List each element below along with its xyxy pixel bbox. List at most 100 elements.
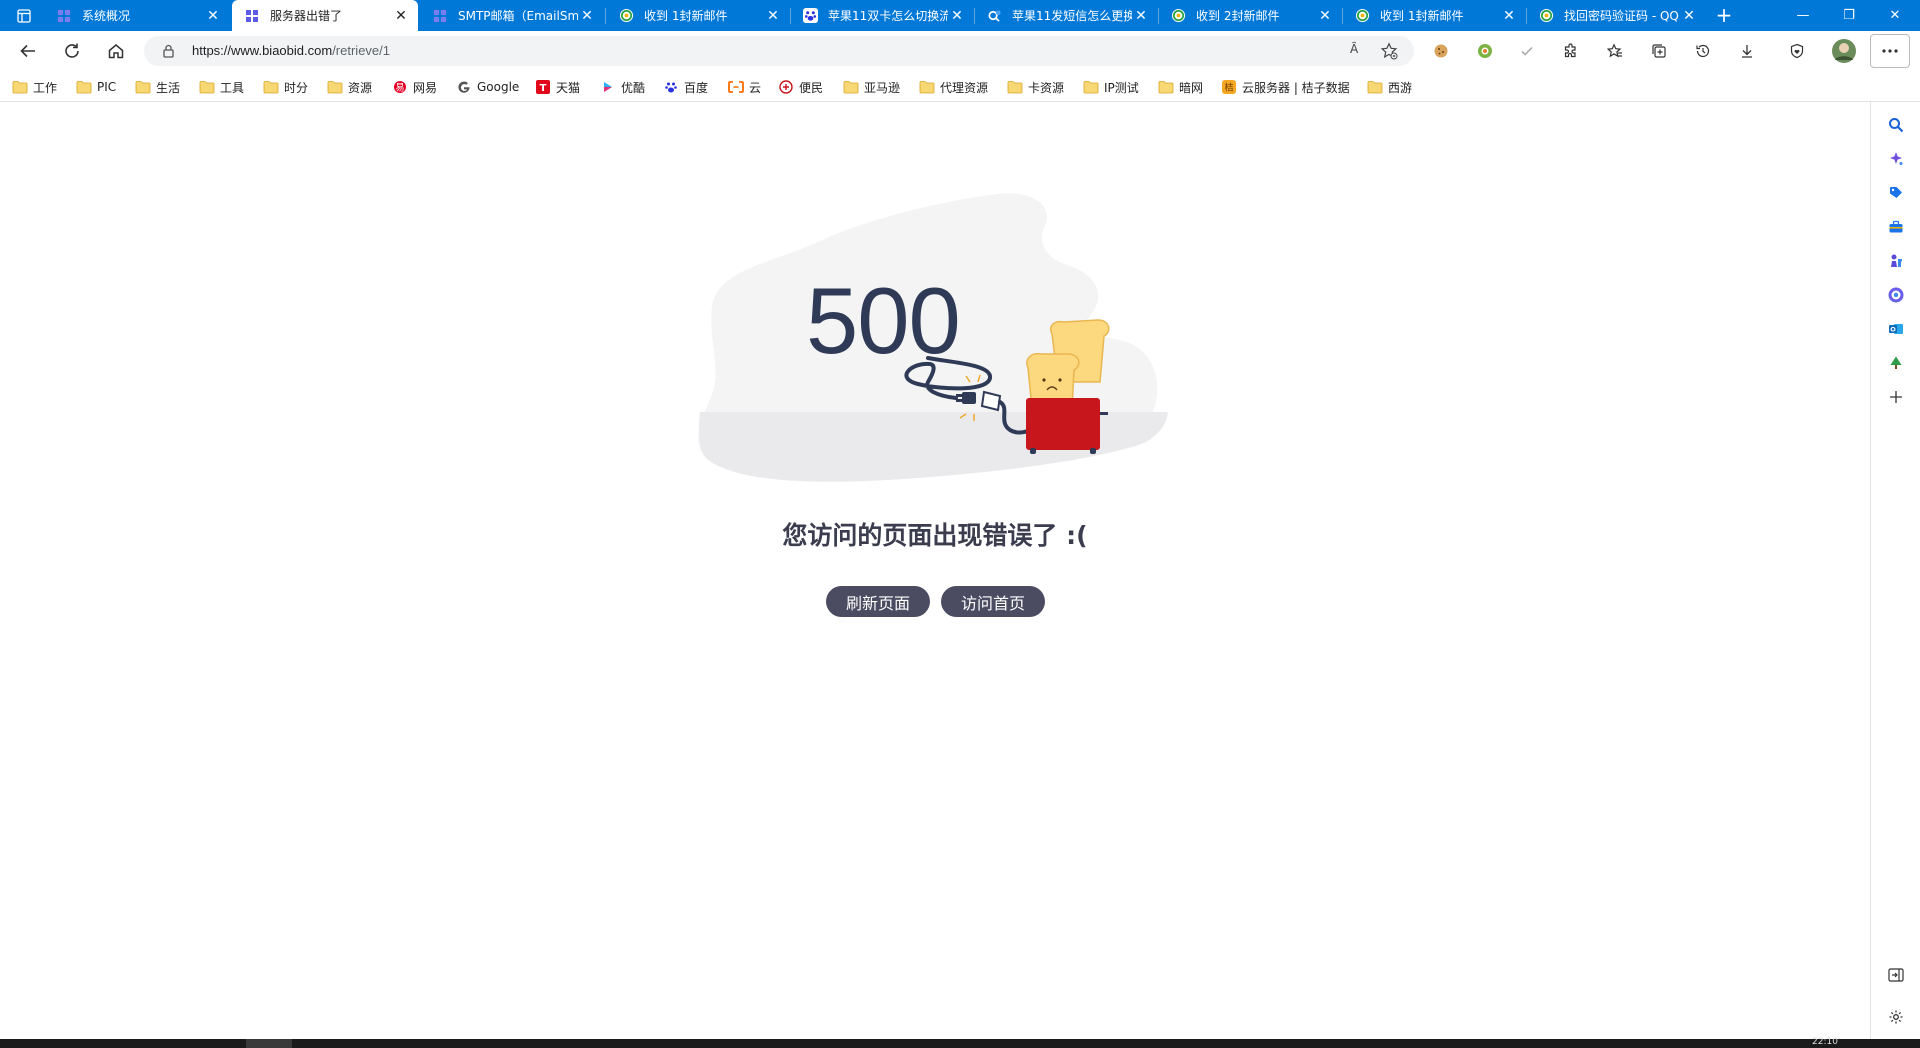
- browser-essentials-button[interactable]: [1784, 38, 1810, 64]
- bookmark-folder-resources[interactable]: 资源: [327, 77, 372, 97]
- close-icon[interactable]: ✕: [578, 7, 596, 25]
- bookmark-label: 代理资源: [940, 80, 989, 95]
- check-icon: [1521, 46, 1533, 56]
- sidebar-search-button[interactable]: [1883, 112, 1909, 138]
- tab-actions-button[interactable]: [10, 6, 38, 26]
- baidu-paw-icon: [802, 8, 818, 24]
- sidebar-hide-button[interactable]: [1883, 962, 1909, 988]
- sidebar-outlook-button[interactable]: O: [1883, 316, 1909, 342]
- outlook-icon: O: [1889, 324, 1903, 334]
- close-icon[interactable]: ✕: [1500, 7, 1518, 25]
- close-icon[interactable]: ✕: [204, 7, 222, 25]
- bookmark-netease[interactable]: 易网易: [392, 77, 437, 97]
- minimize-button[interactable]: —: [1780, 0, 1826, 31]
- bookmark-folder-ip-test[interactable]: IP测试: [1083, 77, 1139, 97]
- tab-iphone-sms[interactable]: 苹果11发短信怎么更换 ✕: [974, 0, 1158, 31]
- tab-password-code[interactable]: 找回密码验证码 - QQ ✕: [1526, 0, 1706, 31]
- bookmark-folder-darknet[interactable]: 暗网: [1158, 77, 1203, 97]
- tab-system-overview[interactable]: 系统概况 ✕: [44, 0, 230, 31]
- history-icon: [1696, 44, 1710, 58]
- page-content: 500 您访问的页面出现错误了 :( 刷新页面 访问首页: [0, 102, 1870, 1039]
- url-text[interactable]: https://www.biaobid.com/retrieve/1: [192, 43, 390, 58]
- close-icon[interactable]: ✕: [1680, 7, 1698, 25]
- tab-title: 收到 1封新邮件: [644, 9, 728, 23]
- history-button[interactable]: [1690, 38, 1716, 64]
- tab-iphone-dual-sim[interactable]: 苹果11双卡怎么切换流 ✕: [790, 0, 974, 31]
- tab-title: 系统概况: [82, 9, 131, 23]
- check-extension-button[interactable]: [1514, 38, 1540, 64]
- hide-sidebar-icon: [1888, 968, 1904, 982]
- green-extension-button[interactable]: [1472, 38, 1498, 64]
- close-icon[interactable]: ✕: [1316, 7, 1334, 25]
- folder-icon: [1007, 79, 1023, 95]
- bookmark-folder-work[interactable]: 工作: [12, 77, 57, 97]
- restore-button[interactable]: ❐: [1826, 0, 1872, 31]
- read-aloud-icon[interactable]: Ȃ: [1350, 42, 1370, 60]
- tab-title: 服务器出错了: [270, 9, 343, 23]
- cookie-extension-button[interactable]: [1428, 38, 1454, 64]
- taskbar-browser-item[interactable]: [246, 1039, 292, 1048]
- collections-button[interactable]: [1646, 38, 1672, 64]
- sidebar-office-button[interactable]: [1883, 282, 1909, 308]
- refresh-button[interactable]: [58, 37, 86, 65]
- bookmark-folder-pic[interactable]: PIC: [76, 77, 116, 97]
- close-icon[interactable]: ✕: [764, 7, 782, 25]
- tab-title: 苹果11发短信怎么更换: [1012, 9, 1132, 23]
- close-icon[interactable]: ✕: [948, 7, 966, 25]
- collections-icon: [1652, 44, 1666, 58]
- bookmark-baidu[interactable]: 百度: [663, 77, 708, 97]
- close-icon[interactable]: ✕: [392, 7, 410, 25]
- profile-button[interactable]: [1830, 37, 1858, 65]
- visit-homepage-button[interactable]: 访问首页: [941, 586, 1045, 617]
- bookmark-label: 天猫: [556, 80, 581, 95]
- add-favorite-icon[interactable]: [1380, 42, 1398, 60]
- sidebar-shopping-button[interactable]: [1883, 180, 1909, 206]
- sidebar-games-button[interactable]: [1883, 248, 1909, 274]
- cookie-icon: [1434, 44, 1448, 58]
- sidebar-settings-button[interactable]: [1883, 1004, 1909, 1030]
- bookmark-folder-proxy[interactable]: 代理资源: [919, 77, 988, 97]
- new-tab-button[interactable]: +: [1712, 3, 1736, 27]
- tab-new-mail-2[interactable]: 收到 2封新邮件 ✕: [1158, 0, 1342, 31]
- bookmark-label: 时分: [284, 80, 309, 95]
- tab-smtp-mailbox[interactable]: SMTP邮箱（EmailSmt ✕: [420, 0, 604, 31]
- window-close-button[interactable]: ✕: [1872, 0, 1918, 31]
- settings-more-button[interactable]: [1870, 34, 1910, 68]
- home-button[interactable]: [102, 37, 130, 65]
- sidebar-add-button[interactable]: [1883, 384, 1909, 410]
- bookmark-folder-life[interactable]: 生活: [135, 77, 180, 97]
- sparkle-icon: [1890, 152, 1903, 165]
- bookmark-google[interactable]: Google: [456, 77, 519, 97]
- folder-icon: [327, 79, 343, 95]
- address-bar[interactable]: https://www.biaobid.com/retrieve/1 Ȃ: [144, 36, 1414, 66]
- bookmark-tmall[interactable]: T 天猫: [535, 77, 580, 97]
- back-button[interactable]: [14, 37, 42, 65]
- tab-new-mail-1[interactable]: 收到 1封新邮件 ✕: [606, 0, 790, 31]
- downloads-button[interactable]: [1734, 38, 1760, 64]
- bookmark-label: 网易: [413, 80, 438, 95]
- bookmark-aliyun[interactable]: 云: [728, 77, 761, 97]
- tab-new-mail-3[interactable]: 收到 1封新邮件 ✕: [1342, 0, 1526, 31]
- sidebar-tree-button[interactable]: [1883, 350, 1909, 376]
- bookmark-folder-tools[interactable]: 工具: [199, 77, 244, 97]
- lock-icon[interactable]: [162, 44, 175, 58]
- bookmark-folder-shifen[interactable]: 时分: [263, 77, 308, 97]
- bookmark-folder-cards[interactable]: 卡资源: [1007, 77, 1064, 97]
- bookmark-label: 工作: [33, 80, 58, 95]
- sidebar-copilot-button[interactable]: [1883, 146, 1909, 172]
- favorites-button[interactable]: [1602, 38, 1628, 64]
- tab-server-error[interactable]: 服务器出错了 ✕: [232, 0, 418, 31]
- refresh-page-button[interactable]: 刷新页面: [826, 586, 930, 617]
- close-icon[interactable]: ✕: [1132, 7, 1150, 25]
- mail-icon: [1170, 8, 1186, 24]
- bookmark-youku[interactable]: 优酷: [600, 77, 645, 97]
- folder-icon: [919, 79, 935, 95]
- bookmark-juzi-cloud[interactable]: 桔云服务器 | 桔子数据: [1221, 77, 1350, 97]
- svg-text:桔: 桔: [1224, 82, 1233, 94]
- bookmark-folder-xiyou[interactable]: 西游: [1367, 77, 1412, 97]
- sidebar-tools-button[interactable]: [1883, 214, 1909, 240]
- puzzle-icon: [1564, 43, 1576, 58]
- bookmark-folder-amazon[interactable]: 亚马逊: [843, 77, 900, 97]
- extensions-button[interactable]: [1558, 38, 1584, 64]
- bookmark-bianmin[interactable]: 便民: [778, 77, 823, 97]
